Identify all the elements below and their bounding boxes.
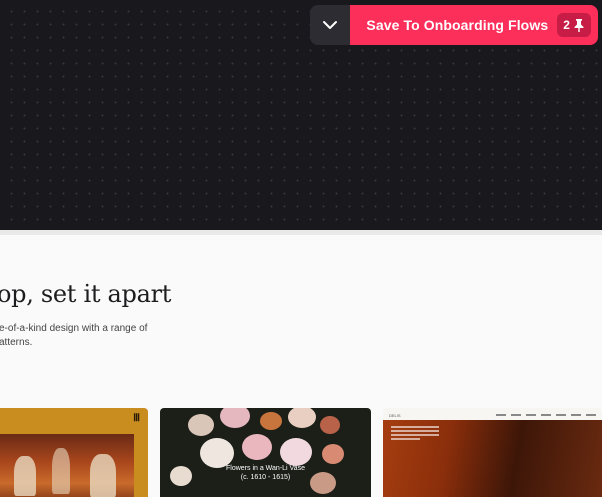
portrait-card[interactable]: DELIS — [383, 408, 602, 497]
pin-icon — [574, 19, 584, 32]
section-description: e-of-a-kind design with a range of atter… — [0, 323, 148, 348]
painting-image — [0, 434, 134, 497]
save-to-onboarding-flows-button[interactable]: Save To Onboarding Flows 2 — [350, 5, 598, 45]
flowers-caption-date: (c. 1610 - 1615) — [240, 474, 291, 481]
chevron-down-icon — [323, 21, 338, 29]
menu-icon: Ⅲ — [133, 413, 140, 424]
save-label: Save To Onboarding Flows — [366, 17, 549, 33]
flowers-card[interactable]: Flowers in a Wan-Li Vase (c. 1610 - 1615… — [160, 408, 371, 497]
section-heading: op, set it apart — [0, 280, 172, 308]
flowers-caption: Flowers in a Wan-Li Vase (c. 1610 - 1615… — [160, 464, 371, 482]
collapse-button[interactable] — [310, 5, 351, 45]
section-divider — [0, 230, 602, 235]
portrait-text-block — [391, 426, 439, 442]
portrait-site-nav: DELIS — [389, 411, 596, 419]
painting-card[interactable]: Ⅲ — [0, 408, 148, 497]
save-count: 2 — [563, 18, 570, 32]
save-toolbar: Save To Onboarding Flows 2 — [310, 5, 598, 45]
portrait-nav-links — [496, 414, 596, 416]
flowers-caption-title: Flowers in a Wan-Li Vase — [226, 465, 305, 472]
save-count-badge: 2 — [557, 13, 591, 37]
portrait-brand: DELIS — [389, 412, 401, 418]
